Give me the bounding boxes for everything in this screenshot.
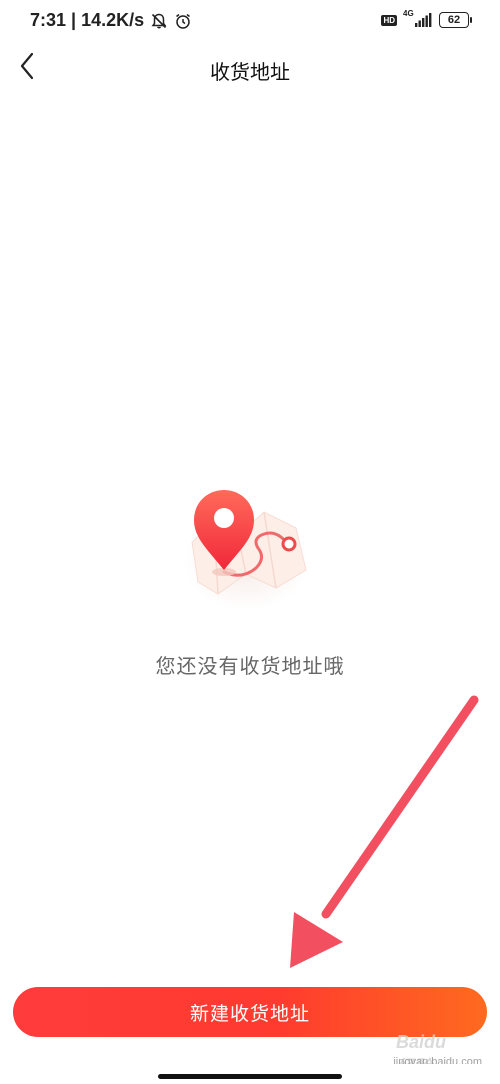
empty-state-message: 您还没有收货地址哦 — [155, 654, 345, 678]
new-address-button[interactable]: 新建收货地址 — [13, 987, 487, 1037]
bell-off-icon — [150, 12, 168, 30]
network-type: 4G — [403, 9, 414, 18]
alarm-clock-icon — [174, 12, 192, 30]
battery-icon: 62 — [439, 12, 472, 28]
hd-badge: HD — [381, 14, 397, 26]
new-address-label: 新建收货地址 — [189, 1002, 310, 1025]
status-bar: 7:31 | 14.2K/s HD 4G 62 — [0, 0, 500, 44]
signal-bars-icon: 4G — [403, 9, 433, 28]
status-time-speed: 7:31 | 14.2K/s — [30, 10, 145, 30]
nav-bar: 收货地址 — [0, 44, 500, 92]
status-right: HD 4G 62 — [381, 9, 472, 28]
status-left: 7:31 | 14.2K/s — [30, 10, 192, 31]
battery-level: 62 — [439, 12, 469, 28]
map-location-pin-icon — [180, 484, 312, 614]
page-title: 收货地址 — [210, 60, 290, 84]
home-indicator-pill[interactable] — [158, 1074, 342, 1079]
home-indicator[interactable] — [0, 1064, 500, 1084]
